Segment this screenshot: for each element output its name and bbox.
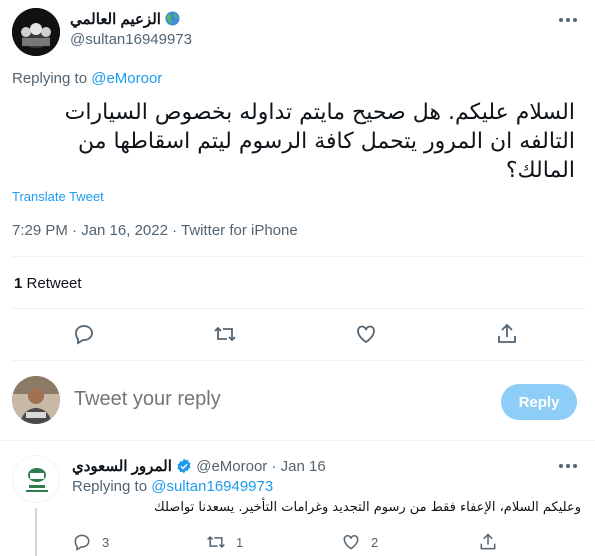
globe-emoji-icon [165,11,180,26]
reply-reply-action[interactable]: 3 [72,532,109,552]
reply-author-name[interactable]: المرور السعودي [72,458,172,475]
reply-author-handle[interactable]: @eMoroor [196,458,267,475]
heart-icon[interactable] [354,322,378,346]
reply-date[interactable]: · Jan 16 [271,458,325,475]
reply-share-action[interactable] [478,532,498,552]
retweet-stat-label: Retweet [26,275,82,292]
reply-count: 3 [102,534,110,550]
reply-author-row[interactable]: المرور السعودي @eMoroor · Jan 16 [72,457,326,475]
reply-author-avatar[interactable] [12,455,60,503]
reply-retweet-action[interactable]: 1 [206,532,243,552]
heart-icon [343,534,359,550]
tweet-timestamp[interactable]: 7:29 PM · Jan 16, 2022 · Twitter for iPh… [12,222,298,239]
author-handle[interactable]: @sultan16949973 [70,31,192,48]
share-icon [480,533,496,550]
divider [12,360,586,361]
divider [12,256,586,257]
reply-replying-label: Replying to [72,478,148,495]
retweet-count: 1 [14,275,23,292]
more-icon[interactable] [556,454,580,478]
more-icon[interactable] [556,8,580,32]
reply-retweet-count: 1 [236,534,244,550]
reply-replying-handle-link[interactable]: @sultan16949973 [151,478,273,495]
reply-icon [74,534,90,551]
replying-to: Replying to @eMoroor [12,70,162,87]
reply-input[interactable] [74,388,474,411]
retweet-icon [207,535,225,549]
author-name[interactable]: الزعيم العالمي [70,11,161,28]
author-name-row[interactable]: الزعيم العالمي [70,10,180,28]
thread-line [35,508,37,556]
tweet-text: السلام عليكم. هل صحيح مايتم تداوله بخصوص… [64,100,575,183]
translate-tweet-link[interactable]: Translate Tweet [12,189,104,204]
user-avatar[interactable] [12,376,60,424]
reply-text: وعليكم السلام، الإعفاء فقط من رسوم التجد… [154,500,581,515]
divider [12,308,586,309]
reply-like-action[interactable]: 2 [341,532,378,552]
replying-handle-link[interactable]: @eMoroor [91,70,162,87]
author-avatar[interactable] [12,8,60,56]
reply-icon[interactable] [72,322,96,346]
replying-label: Replying to [12,70,88,87]
verified-badge-icon [176,458,192,474]
share-icon[interactable] [495,322,519,346]
divider [0,440,595,441]
retweet-stats[interactable]: 1 Retweet [14,275,82,292]
reply-replying-to: Replying to @sultan16949973 [72,478,273,495]
reply-like-count: 2 [371,534,379,550]
retweet-icon[interactable] [213,322,237,346]
reply-button[interactable]: Reply [501,384,577,420]
